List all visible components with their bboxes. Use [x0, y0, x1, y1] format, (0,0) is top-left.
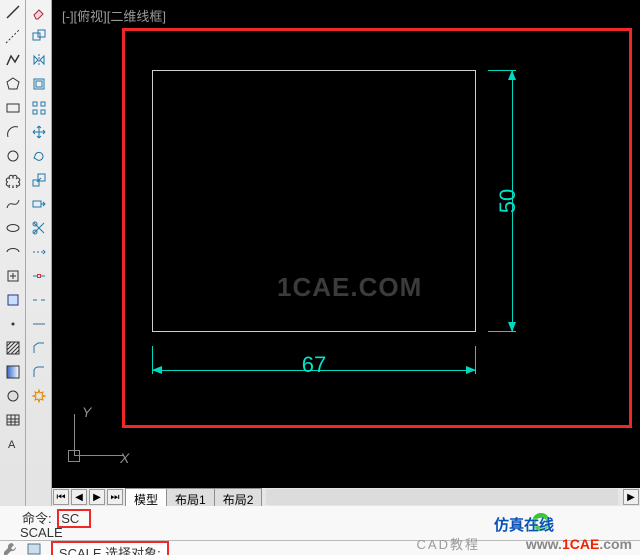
- dimension-vertical[interactable]: 50: [488, 70, 522, 332]
- mirror-tool[interactable]: [29, 50, 49, 70]
- ellipse-arc-tool[interactable]: [3, 242, 23, 262]
- stretch-tool[interactable]: [29, 194, 49, 214]
- arrow-right-icon: [466, 366, 476, 374]
- hatch-tool[interactable]: [3, 338, 23, 358]
- region-tool[interactable]: [3, 386, 23, 406]
- rotate-tool[interactable]: [29, 146, 49, 166]
- viewport-label[interactable]: [-][俯视][二维线框]: [62, 6, 166, 25]
- spline-tool[interactable]: [3, 194, 23, 214]
- point-tool[interactable]: [3, 314, 23, 334]
- watermark-center: 1CAE.COM: [277, 272, 422, 303]
- offset-tool[interactable]: [29, 74, 49, 94]
- command-wrench-icon[interactable]: [2, 541, 18, 555]
- tab-model[interactable]: 模型: [125, 488, 167, 506]
- ellipse-tool[interactable]: [3, 218, 23, 238]
- overlay-faint-text: CAD教程: [417, 534, 480, 553]
- arrow-left-icon: [152, 366, 162, 374]
- move-tool[interactable]: [29, 122, 49, 142]
- line-tool[interactable]: [3, 2, 23, 22]
- erase-tool[interactable]: [29, 2, 49, 22]
- dimension-horizontal[interactable]: 67: [152, 346, 476, 380]
- array-tool[interactable]: [29, 98, 49, 118]
- rectangle-tool[interactable]: [3, 98, 23, 118]
- polygon-tool[interactable]: [3, 74, 23, 94]
- ucs-x-label: X: [120, 450, 129, 466]
- text-tool[interactable]: A: [3, 434, 23, 454]
- scroll-right-button[interactable]: ▶: [623, 489, 639, 505]
- explode-tool[interactable]: [29, 386, 49, 406]
- tab-nav-next[interactable]: ▶: [89, 489, 105, 505]
- draw-toolbar: A: [0, 0, 26, 520]
- tab-layout1[interactable]: 布局1: [166, 488, 215, 506]
- copy-tool[interactable]: [29, 26, 49, 46]
- insert-block-tool[interactable]: [3, 266, 23, 286]
- model-viewport[interactable]: [-][俯视][二维线框] 1CAE.COM 67 50 Y X: [52, 0, 640, 488]
- break-tool[interactable]: [29, 290, 49, 310]
- dimension-width-value: 67: [302, 352, 326, 378]
- tab-nav-first[interactable]: ⏮: [53, 489, 69, 505]
- command-echo: SCALE: [20, 525, 63, 540]
- arrow-down-icon: [508, 322, 516, 332]
- construction-line-tool[interactable]: [3, 26, 23, 46]
- overlay-url: www.1CAE.com: [526, 536, 632, 552]
- command-prompt-highlight[interactable]: SCALE 选择对象:: [51, 541, 169, 555]
- overlay-brand: 仿真在线: [494, 514, 554, 535]
- chamfer-tool[interactable]: [29, 338, 49, 358]
- layout-tab-bar: ⏮ ◀ ▶ ⏭ 模型 布局1 布局2 ▶: [52, 488, 640, 506]
- table-tool[interactable]: [3, 410, 23, 430]
- ucs-y-label: Y: [82, 404, 91, 420]
- revision-cloud-tool[interactable]: [3, 170, 23, 190]
- arc-tool[interactable]: [3, 122, 23, 142]
- modify-toolbar: [26, 0, 52, 520]
- tab-nav-prev[interactable]: ◀: [71, 489, 87, 505]
- gradient-tool[interactable]: [3, 362, 23, 382]
- tab-layout2[interactable]: 布局2: [214, 488, 263, 506]
- polyline-tool[interactable]: [3, 50, 23, 70]
- break-at-point-tool[interactable]: [29, 266, 49, 286]
- horizontal-scrollbar[interactable]: [266, 489, 618, 505]
- join-tool[interactable]: [29, 314, 49, 334]
- scale-tool[interactable]: [29, 170, 49, 190]
- cad-window: A [-][俯视][二维线框] 1CAE.COM 67: [0, 0, 640, 555]
- fillet-tool[interactable]: [29, 362, 49, 382]
- svg-text:A: A: [8, 439, 16, 451]
- dimension-height-value: 50: [495, 189, 521, 213]
- tab-nav-last[interactable]: ⏭: [107, 489, 123, 505]
- circle-tool[interactable]: [3, 146, 23, 166]
- trim-tool[interactable]: [29, 218, 49, 238]
- make-block-tool[interactable]: [3, 290, 23, 310]
- arrow-up-icon: [508, 70, 516, 80]
- extend-tool[interactable]: [29, 242, 49, 262]
- command-window-icon[interactable]: [26, 541, 42, 555]
